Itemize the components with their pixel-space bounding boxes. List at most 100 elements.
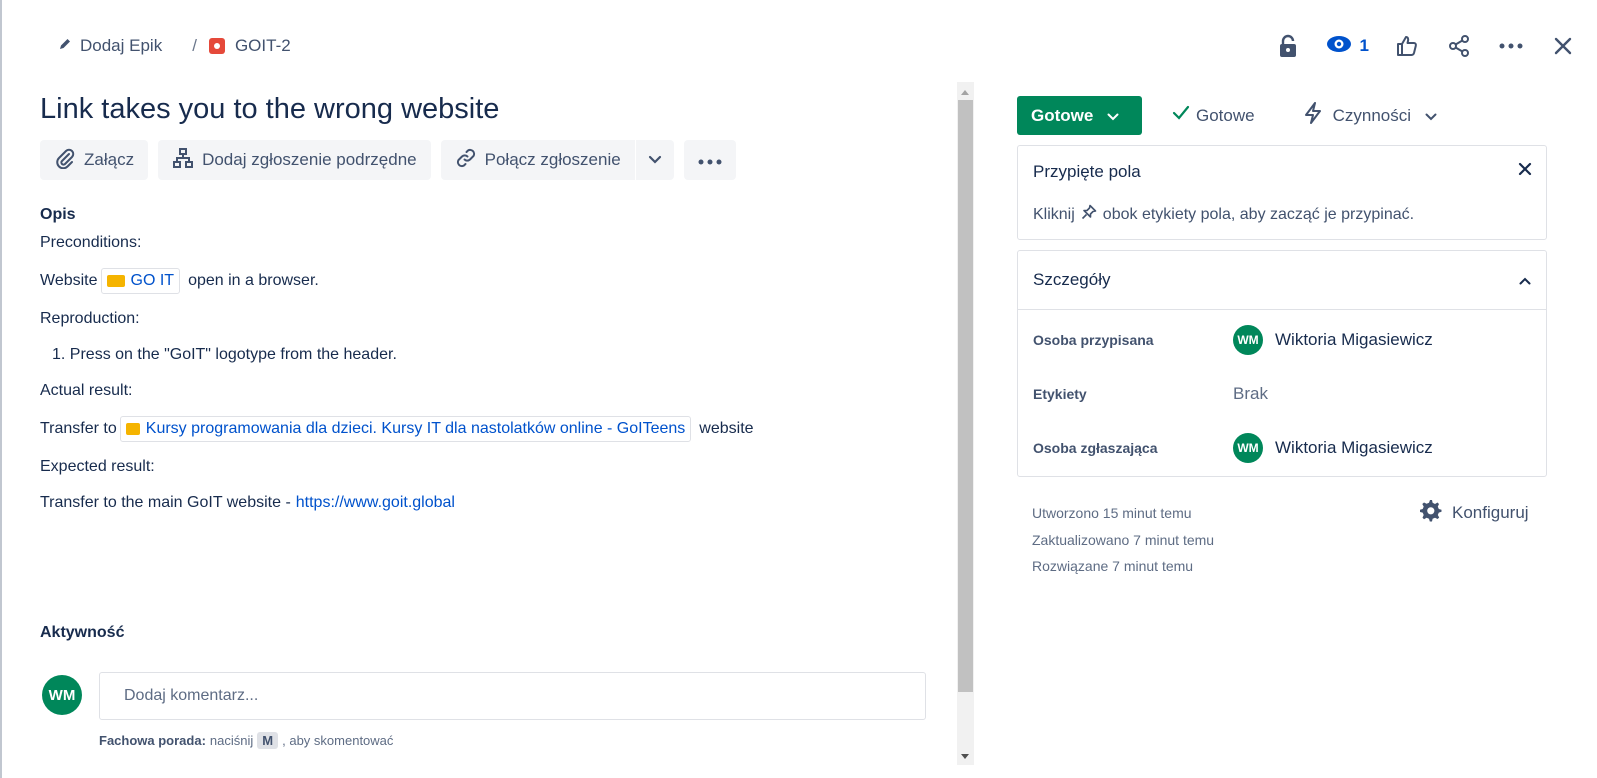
configure-button[interactable]: Konfiguruj (1418, 498, 1529, 527)
breadcrumb-separator: / (192, 36, 197, 55)
chevron-down-icon (1107, 106, 1119, 126)
link-issue-button[interactable]: Połącz zgłoszenie (441, 140, 635, 180)
preconditions-text: Preconditions: (40, 234, 142, 251)
goiteens-link-text: Kursy programowania dla dzieci. Kursy IT… (145, 420, 686, 437)
goiteens-favicon-icon (125, 423, 140, 435)
actions-dropdown[interactable]: Czynności (1303, 102, 1437, 129)
avatar: WM (1233, 325, 1263, 355)
assignee-row: Osoba przypisana WM Wiktoria Migasiewicz (1033, 325, 1433, 355)
details-header[interactable]: Szczegóły (1018, 251, 1546, 310)
configure-label: Konfiguruj (1452, 502, 1529, 522)
expected-paragraph: Transfer to the main GoIT website - http… (40, 492, 940, 514)
avatar: WM (1233, 433, 1263, 463)
eye-icon (1326, 35, 1352, 58)
breadcrumb: Dodaj Epik / GOIT-2 (58, 36, 291, 56)
issue-key-link[interactable]: GOIT-2 (208, 36, 291, 56)
assignee-field[interactable]: WM Wiktoria Migasiewicz (1233, 325, 1433, 355)
status-label: Gotowe (1031, 105, 1094, 125)
reporter-field[interactable]: WM Wiktoria Migasiewicz (1233, 433, 1433, 463)
labels-label: Etykiety (1033, 386, 1087, 402)
keyboard-shortcut-key: M (257, 732, 279, 749)
actual-result-heading: Actual result: (40, 382, 133, 399)
goit-link-text: GO IT (130, 272, 175, 289)
issue-header-actions: 1 (1274, 30, 1577, 62)
scrollbar[interactable] (957, 82, 974, 765)
details-title: Szczegóły (1033, 270, 1111, 289)
pinned-fields-panel: Przypięte pola Kliknij obok etykiety pol… (1017, 145, 1547, 240)
comment-input[interactable]: Dodaj komentarz... (99, 672, 926, 720)
reporter-name: Wiktoria Migasiewicz (1275, 438, 1433, 457)
scroll-down-arrow-icon[interactable] (961, 754, 969, 759)
actions-label: Czynności (1332, 105, 1412, 125)
pinned-fields-hint: Kliknij obok etykiety pola, aby zacząć j… (1033, 204, 1414, 225)
issue-title[interactable]: Link takes you to the wrong website (40, 88, 940, 130)
window-edge (0, 0, 2, 778)
transfer-suffix: website (699, 420, 754, 437)
pro-tip-post: , aby skomentować (282, 733, 394, 748)
more-icon[interactable] (1497, 30, 1525, 62)
attach-button[interactable]: Załącz (40, 140, 149, 180)
pinned-fields-title: Przypięte pola (1033, 162, 1141, 181)
lightning-icon (1303, 102, 1323, 129)
chevron-down-icon (648, 150, 662, 170)
watch-button[interactable]: 1 (1326, 35, 1369, 58)
bug-icon (208, 38, 225, 54)
pro-tip-pre: naciśnij (209, 733, 254, 748)
thumbs-up-icon[interactable] (1393, 30, 1421, 62)
labels-value[interactable]: Brak (1233, 384, 1268, 404)
attach-label: Załącz (84, 150, 135, 169)
details-panel: Szczegóły Osoba przypisana WM Wiktoria M… (1017, 250, 1547, 477)
description-heading: Opis (40, 206, 76, 223)
status-dropdown-button[interactable]: Gotowe (1017, 96, 1142, 135)
close-icon[interactable] (1518, 162, 1532, 181)
pinned-hint-pre: Kliknij (1033, 205, 1075, 223)
goit-global-link[interactable]: https://www.goit.global (296, 492, 455, 514)
pro-tip-label: Fachowa porada: (99, 733, 206, 748)
pin-icon (1081, 204, 1097, 225)
add-child-issue-button[interactable]: Dodaj zgłoszenie podrzędne (158, 140, 431, 180)
add-epic-link[interactable]: Dodaj Epik (58, 36, 162, 56)
more-icon (698, 150, 722, 170)
labels-row: Etykiety Brak (1033, 384, 1268, 404)
add-epic-label: Dodaj Epik (80, 36, 163, 55)
chevron-down-icon (1425, 106, 1437, 126)
transfer-prefix: Transfer to (40, 420, 117, 437)
goiteens-smart-link[interactable]: Kursy programowania dla dzieci. Kursy IT… (119, 416, 692, 442)
add-child-label: Dodaj zgłoszenie podrzędne (202, 150, 417, 169)
issue-main: Link takes you to the wrong website Załą… (40, 88, 940, 514)
assignee-name: Wiktoria Migasiewicz (1275, 330, 1433, 349)
reporter-row: Osoba zgłaszająca WM Wiktoria Migasiewic… (1033, 433, 1433, 463)
website-prefix: Website (40, 272, 98, 289)
resolved-timestamp: Rozwiązane 7 minut temu (1032, 558, 1194, 574)
pinned-hint-post: obok etykiety pola, aby zacząć je przypi… (1102, 205, 1415, 223)
website-paragraph: Website GO IT open in a browser. (40, 268, 940, 294)
goit-smart-link[interactable]: GO IT (100, 268, 181, 294)
pro-tip: Fachowa porada: naciśnij M , aby skoment… (99, 732, 393, 749)
link-issue-split-button: Połącz zgłoszenie (440, 140, 674, 180)
pencil-icon (58, 36, 72, 56)
link-icon (455, 147, 477, 174)
chevron-up-icon (1519, 270, 1531, 290)
expected-result-heading: Expected result: (40, 458, 155, 475)
scroll-up-arrow-icon[interactable] (961, 90, 969, 95)
step-list-item: 1. Press on the "GoIT" logotype from the… (52, 346, 397, 363)
resolution-label: Gotowe (1196, 105, 1255, 125)
close-icon[interactable] (1549, 30, 1577, 62)
scrollbar-thumb[interactable] (958, 100, 973, 692)
more-actions-button[interactable] (683, 140, 736, 180)
issue-key: GOIT-2 (234, 36, 291, 55)
issue-toolbar: Załącz Dodaj zgłoszenie podrzędne Połącz… (40, 140, 940, 180)
reporter-label: Osoba zgłaszająca (1033, 440, 1158, 456)
created-timestamp: Utworzono 15 minut temu (1032, 505, 1192, 521)
lock-icon[interactable] (1274, 30, 1302, 62)
transfer-paragraph: Transfer to Kursy programowania dla dzie… (40, 416, 940, 442)
link-issue-label: Połącz zgłoszenie (484, 150, 621, 169)
link-issue-dropdown[interactable] (636, 140, 674, 180)
avatar: WM (42, 675, 82, 715)
watch-count: 1 (1359, 36, 1369, 55)
share-icon[interactable] (1445, 30, 1473, 62)
website-suffix: open in a browser. (188, 272, 319, 289)
hierarchy-icon (172, 147, 194, 174)
goit-favicon-icon (106, 275, 125, 287)
gear-icon (1418, 498, 1442, 527)
